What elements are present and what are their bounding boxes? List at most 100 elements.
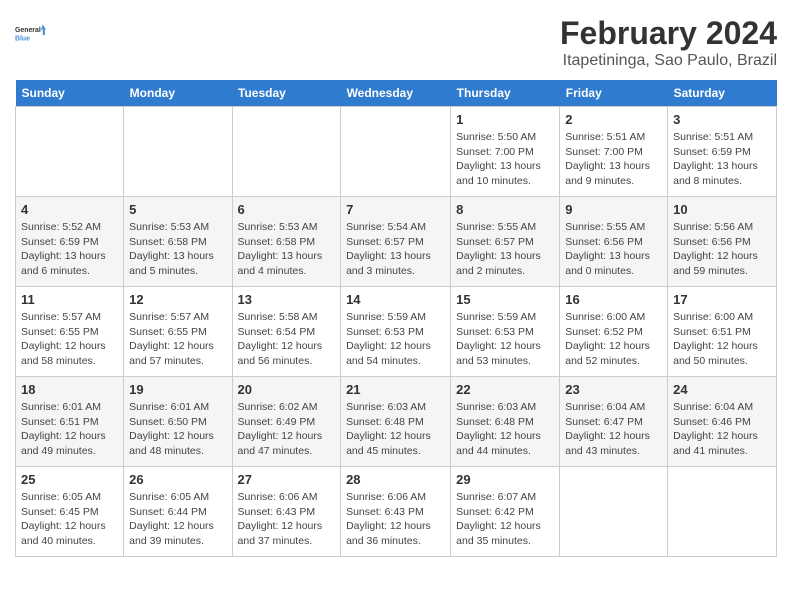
day-number: 12	[129, 292, 226, 307]
day-info: Sunrise: 6:03 AM Sunset: 6:48 PM Dayligh…	[346, 400, 445, 459]
day-info: Sunrise: 5:53 AM Sunset: 6:58 PM Dayligh…	[238, 220, 336, 279]
calendar-cell: 25 Sunrise: 6:05 AM Sunset: 6:45 PM Dayli…	[16, 467, 124, 557]
calendar-header-row: SundayMondayTuesdayWednesdayThursdayFrid…	[16, 80, 777, 107]
day-number: 23	[565, 382, 662, 397]
calendar-cell	[668, 467, 777, 557]
calendar-cell: 1 Sunrise: 5:50 AM Sunset: 7:00 PM Daylig…	[451, 107, 560, 197]
day-info: Sunrise: 6:04 AM Sunset: 6:46 PM Dayligh…	[673, 400, 771, 459]
calendar-cell: 8Sunrise: 5:55 AM Sunset: 6:57 PM Daylig…	[451, 197, 560, 287]
day-info: Sunrise: 5:56 AM Sunset: 6:56 PM Dayligh…	[673, 220, 771, 279]
day-info: Sunrise: 5:54 AM Sunset: 6:57 PM Dayligh…	[346, 220, 445, 279]
title-area: February 2024 Itapetininga, Sao Paulo, B…	[560, 15, 777, 70]
subtitle: Itapetininga, Sao Paulo, Brazil	[560, 52, 777, 70]
calendar-cell: 10 Sunrise: 5:56 AM Sunset: 6:56 PM Dayli…	[668, 197, 777, 287]
calendar-cell: 7 Sunrise: 5:54 AM Sunset: 6:57 PM Daylig…	[341, 197, 451, 287]
calendar-cell: 17Sunrise: 6:00 AM Sunset: 6:51 PM Dayli…	[668, 287, 777, 377]
day-info: Sunrise: 5:52 AM Sunset: 6:59 PM Dayligh…	[21, 220, 118, 279]
day-info: Sunrise: 6:04 AM Sunset: 6:47 PM Dayligh…	[565, 400, 662, 459]
day-header-sunday: Sunday	[16, 80, 124, 107]
day-number: 2	[565, 112, 662, 127]
day-number: 27	[238, 472, 336, 487]
logo-svg: General Blue	[15, 15, 47, 51]
calendar-cell	[16, 107, 124, 197]
day-number: 18	[21, 382, 118, 397]
svg-text:Blue: Blue	[15, 35, 30, 42]
calendar-cell: 20Sunrise: 6:02 AM Sunset: 6:49 PM Dayli…	[232, 377, 341, 467]
calendar-cell: 29 Sunrise: 6:07 AM Sunset: 6:42 PM Dayli…	[451, 467, 560, 557]
header: General Blue February 2024 Itapetininga,…	[15, 15, 777, 70]
day-info: Sunrise: 6:03 AM Sunset: 6:48 PM Dayligh…	[456, 400, 554, 459]
day-header-monday: Monday	[124, 80, 232, 107]
calendar-cell: 13Sunrise: 5:58 AM Sunset: 6:54 PM Dayli…	[232, 287, 341, 377]
calendar-cell: 28 Sunrise: 6:06 AM Sunset: 6:43 PM Dayli…	[341, 467, 451, 557]
day-number: 1	[456, 112, 554, 127]
day-info: Sunrise: 6:07 AM Sunset: 6:42 PM Dayligh…	[456, 490, 554, 549]
day-number: 17	[673, 292, 771, 307]
day-info: Sunrise: 5:50 AM Sunset: 7:00 PM Dayligh…	[456, 130, 554, 189]
day-number: 7	[346, 202, 445, 217]
calendar-cell: 12 Sunrise: 5:57 AM Sunset: 6:55 PM Dayli…	[124, 287, 232, 377]
day-info: Sunrise: 5:55 AM Sunset: 6:56 PM Dayligh…	[565, 220, 662, 279]
day-info: Sunrise: 5:59 AM Sunset: 6:53 PM Dayligh…	[456, 310, 554, 369]
day-number: 28	[346, 472, 445, 487]
day-header-thursday: Thursday	[451, 80, 560, 107]
day-info: Sunrise: 5:57 AM Sunset: 6:55 PM Dayligh…	[129, 310, 226, 369]
main-title: February 2024	[560, 15, 777, 52]
day-number: 24	[673, 382, 771, 397]
calendar-cell: 3Sunrise: 5:51 AM Sunset: 6:59 PM Daylig…	[668, 107, 777, 197]
day-number: 13	[238, 292, 336, 307]
day-info: Sunrise: 6:05 AM Sunset: 6:44 PM Dayligh…	[129, 490, 226, 549]
day-info: Sunrise: 6:01 AM Sunset: 6:50 PM Dayligh…	[129, 400, 226, 459]
calendar-cell: 14 Sunrise: 5:59 AM Sunset: 6:53 PM Dayli…	[341, 287, 451, 377]
calendar-cell: 24 Sunrise: 6:04 AM Sunset: 6:46 PM Dayli…	[668, 377, 777, 467]
day-number: 9	[565, 202, 662, 217]
day-number: 11	[21, 292, 118, 307]
logo: General Blue	[15, 15, 47, 51]
day-number: 22	[456, 382, 554, 397]
calendar-cell: 27 Sunrise: 6:06 AM Sunset: 6:43 PM Dayli…	[232, 467, 341, 557]
calendar-cell: 6Sunrise: 5:53 AM Sunset: 6:58 PM Daylig…	[232, 197, 341, 287]
calendar-week-4: 18Sunrise: 6:01 AM Sunset: 6:51 PM Dayli…	[16, 377, 777, 467]
day-header-tuesday: Tuesday	[232, 80, 341, 107]
day-number: 10	[673, 202, 771, 217]
calendar-cell: 23 Sunrise: 6:04 AM Sunset: 6:47 PM Dayli…	[560, 377, 668, 467]
day-header-saturday: Saturday	[668, 80, 777, 107]
day-number: 29	[456, 472, 554, 487]
calendar-cell	[232, 107, 341, 197]
day-number: 5	[129, 202, 226, 217]
day-info: Sunrise: 6:06 AM Sunset: 6:43 PM Dayligh…	[238, 490, 336, 549]
day-number: 19	[129, 382, 226, 397]
calendar-week-1: 1 Sunrise: 5:50 AM Sunset: 7:00 PM Daylig…	[16, 107, 777, 197]
calendar-cell: 11 Sunrise: 5:57 AM Sunset: 6:55 PM Dayli…	[16, 287, 124, 377]
day-header-friday: Friday	[560, 80, 668, 107]
calendar-cell: 21 Sunrise: 6:03 AM Sunset: 6:48 PM Dayli…	[341, 377, 451, 467]
calendar-cell	[124, 107, 232, 197]
calendar-week-3: 11 Sunrise: 5:57 AM Sunset: 6:55 PM Dayli…	[16, 287, 777, 377]
day-info: Sunrise: 5:59 AM Sunset: 6:53 PM Dayligh…	[346, 310, 445, 369]
calendar-cell: 19 Sunrise: 6:01 AM Sunset: 6:50 PM Dayli…	[124, 377, 232, 467]
day-info: Sunrise: 6:05 AM Sunset: 6:45 PM Dayligh…	[21, 490, 118, 549]
calendar-week-5: 25 Sunrise: 6:05 AM Sunset: 6:45 PM Dayli…	[16, 467, 777, 557]
calendar-cell: 15 Sunrise: 5:59 AM Sunset: 6:53 PM Dayli…	[451, 287, 560, 377]
calendar-cell: 18Sunrise: 6:01 AM Sunset: 6:51 PM Dayli…	[16, 377, 124, 467]
calendar-cell: 26 Sunrise: 6:05 AM Sunset: 6:44 PM Dayli…	[124, 467, 232, 557]
calendar-cell: 22 Sunrise: 6:03 AM Sunset: 6:48 PM Dayli…	[451, 377, 560, 467]
day-info: Sunrise: 5:53 AM Sunset: 6:58 PM Dayligh…	[129, 220, 226, 279]
day-info: Sunrise: 5:51 AM Sunset: 7:00 PM Dayligh…	[565, 130, 662, 189]
day-header-wednesday: Wednesday	[341, 80, 451, 107]
day-info: Sunrise: 5:57 AM Sunset: 6:55 PM Dayligh…	[21, 310, 118, 369]
day-number: 4	[21, 202, 118, 217]
day-info: Sunrise: 6:06 AM Sunset: 6:43 PM Dayligh…	[346, 490, 445, 549]
day-number: 26	[129, 472, 226, 487]
calendar-table: SundayMondayTuesdayWednesdayThursdayFrid…	[15, 80, 777, 557]
svg-text:General: General	[15, 27, 41, 34]
day-number: 21	[346, 382, 445, 397]
calendar-cell: 9 Sunrise: 5:55 AM Sunset: 6:56 PM Daylig…	[560, 197, 668, 287]
day-number: 25	[21, 472, 118, 487]
day-number: 16	[565, 292, 662, 307]
calendar-cell	[560, 467, 668, 557]
day-info: Sunrise: 5:55 AM Sunset: 6:57 PM Dayligh…	[456, 220, 554, 279]
day-number: 14	[346, 292, 445, 307]
calendar-week-2: 4 Sunrise: 5:52 AM Sunset: 6:59 PM Daylig…	[16, 197, 777, 287]
day-number: 15	[456, 292, 554, 307]
